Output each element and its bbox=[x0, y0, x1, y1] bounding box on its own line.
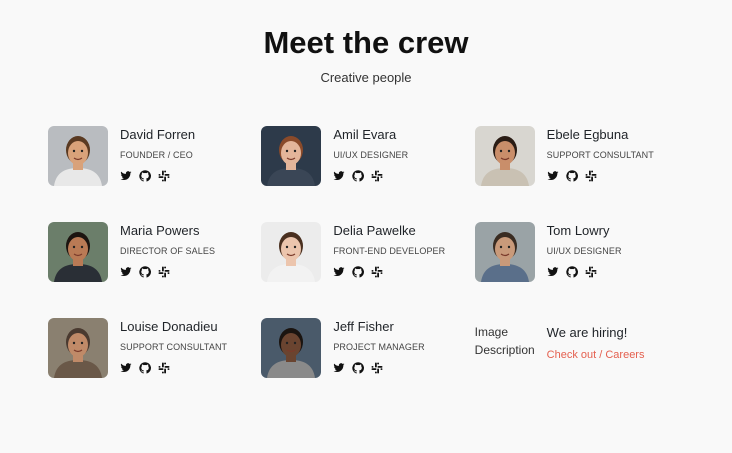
member-socials bbox=[120, 362, 227, 374]
member-info: Louise Donadieu Support Consultant bbox=[120, 318, 227, 374]
github-icon[interactable] bbox=[352, 170, 365, 182]
member-name: Ebele Egbuna bbox=[546, 127, 629, 142]
member-name: Tom Lowry bbox=[546, 223, 610, 238]
slack-icon[interactable] bbox=[158, 266, 170, 278]
team-member-card: Amil Evara UI/UX Designer bbox=[261, 126, 474, 186]
github-icon[interactable] bbox=[139, 266, 151, 278]
slack-icon[interactable] bbox=[158, 362, 170, 374]
team-row: Louise Donadieu Support Consultant Jeff F… bbox=[48, 318, 688, 378]
twitter-icon[interactable] bbox=[333, 266, 345, 278]
github-icon[interactable] bbox=[565, 266, 578, 278]
twitter-icon[interactable] bbox=[333, 362, 345, 374]
member-name: Louise Donadieu bbox=[120, 319, 218, 334]
member-avatar bbox=[261, 222, 322, 282]
twitter-icon[interactable] bbox=[120, 362, 132, 374]
hiring-card: Image Description We are hiring! Check o… bbox=[475, 318, 688, 378]
member-role: Director of Sales bbox=[120, 246, 216, 256]
twitter-icon[interactable] bbox=[547, 170, 559, 182]
team-member-card: Maria Powers Director of Sales bbox=[48, 222, 261, 282]
page-header: Meet the crew Creative people bbox=[0, 22, 732, 85]
member-info: David Forren Founder / CEO bbox=[120, 126, 195, 182]
twitter-icon[interactable] bbox=[120, 170, 132, 182]
slack-icon[interactable] bbox=[585, 266, 597, 278]
slack-icon[interactable] bbox=[585, 170, 597, 182]
member-name: David Forren bbox=[120, 127, 196, 142]
team-member-card: Ebele Egbuna Support Consultant bbox=[474, 126, 688, 186]
member-avatar bbox=[48, 222, 108, 282]
member-role: Founder / CEO bbox=[120, 150, 193, 160]
member-socials bbox=[333, 266, 445, 278]
member-name: Amil Evara bbox=[333, 127, 397, 142]
member-socials bbox=[333, 362, 424, 374]
member-info: Delia Pawelke Front-end Developer bbox=[333, 222, 445, 278]
github-icon[interactable] bbox=[139, 362, 151, 374]
twitter-icon[interactable] bbox=[547, 266, 559, 278]
slack-icon[interactable] bbox=[371, 170, 383, 182]
slack-icon[interactable] bbox=[371, 362, 383, 374]
member-info: Maria Powers Director of Sales bbox=[120, 222, 215, 278]
member-name: Jeff Fisher bbox=[333, 319, 394, 334]
member-avatar bbox=[48, 126, 108, 186]
github-icon[interactable] bbox=[565, 170, 578, 182]
team-member-card: David Forren Founder / CEO bbox=[48, 126, 261, 186]
member-avatar bbox=[48, 318, 108, 378]
member-info: Jeff Fisher Project Manager bbox=[333, 318, 425, 374]
member-socials bbox=[547, 170, 654, 182]
member-socials bbox=[120, 170, 195, 182]
slack-icon[interactable] bbox=[158, 170, 170, 182]
member-name: Delia Pawelke bbox=[333, 223, 416, 238]
github-icon[interactable] bbox=[139, 170, 151, 182]
page-subtitle: Creative people bbox=[320, 70, 412, 85]
member-avatar bbox=[474, 222, 535, 282]
member-info: Amil Evara UI/UX Designer bbox=[333, 126, 408, 182]
hiring-title: We are hiring! bbox=[546, 325, 628, 340]
member-role: Support Consultant bbox=[120, 342, 228, 352]
member-avatar bbox=[261, 318, 322, 378]
member-role: UI/UX Designer bbox=[333, 150, 409, 160]
careers-link[interactable]: Check out / Careers bbox=[547, 349, 645, 361]
team-member-card: Jeff Fisher Project Manager bbox=[261, 318, 474, 378]
team-grid: David Forren Founder / CEO Amil Evara UI/U… bbox=[48, 126, 688, 414]
team-member-card: Delia Pawelke Front-end Developer bbox=[261, 222, 474, 282]
github-icon[interactable] bbox=[352, 362, 365, 374]
member-avatar bbox=[474, 126, 535, 186]
member-avatar bbox=[261, 126, 322, 186]
github-icon[interactable] bbox=[352, 266, 365, 278]
hiring-image-placeholder: Image Description bbox=[474, 325, 535, 357]
page-title: Meet the crew bbox=[263, 25, 469, 60]
member-socials bbox=[333, 170, 408, 182]
member-role: Project Manager bbox=[333, 342, 425, 352]
member-role: Support Consultant bbox=[546, 150, 654, 160]
twitter-icon[interactable] bbox=[120, 266, 132, 278]
member-socials bbox=[547, 266, 622, 278]
team-row: Maria Powers Director of Sales Delia Pawe… bbox=[48, 222, 688, 282]
member-socials bbox=[120, 266, 215, 278]
slack-icon[interactable] bbox=[371, 266, 383, 278]
member-role: UI/UX Designer bbox=[546, 246, 622, 256]
member-info: Tom Lowry UI/UX Designer bbox=[547, 222, 622, 278]
team-member-card: Tom Lowry UI/UX Designer bbox=[474, 222, 688, 282]
hiring-info: We are hiring! Check out / Careers bbox=[547, 318, 645, 361]
team-member-card: Louise Donadieu Support Consultant bbox=[48, 318, 261, 378]
twitter-icon[interactable] bbox=[333, 170, 345, 182]
member-info: Ebele Egbuna Support Consultant bbox=[547, 126, 654, 182]
member-role: Front-end Developer bbox=[333, 246, 446, 256]
member-name: Maria Powers bbox=[120, 223, 200, 238]
team-row: David Forren Founder / CEO Amil Evara UI/U… bbox=[48, 126, 688, 186]
